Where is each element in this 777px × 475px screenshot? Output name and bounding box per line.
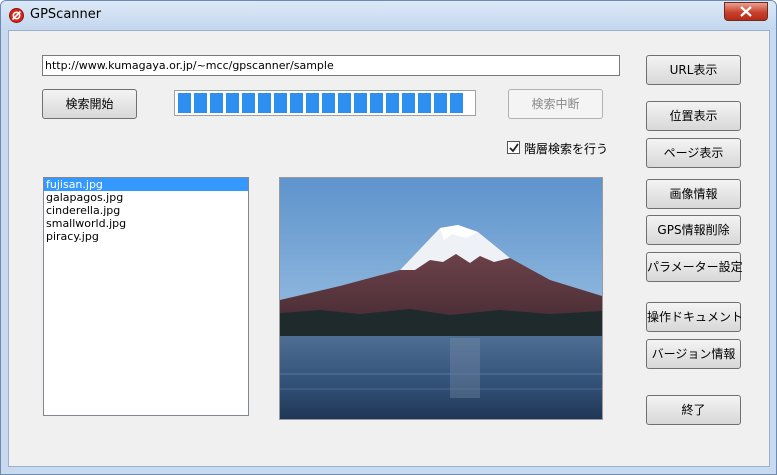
progress-segment	[434, 93, 447, 113]
show-page-button[interactable]: ページ表示	[646, 138, 741, 168]
url-input[interactable]: http://www.kumagaya.or.jp/~mcc/gpscanner…	[42, 55, 620, 76]
progress-segment	[274, 93, 287, 113]
hierarchical-search-checkbox[interactable]	[507, 141, 520, 154]
start-search-button[interactable]: 検索開始	[42, 89, 137, 119]
hierarchical-search-label[interactable]: 階層検索を行う	[524, 140, 608, 157]
exit-button[interactable]: 終了	[646, 395, 741, 425]
file-list[interactable]: fujisan.jpg galapagos.jpg cinderella.jpg sm…	[43, 177, 249, 416]
image-info-button[interactable]: 画像情報	[646, 179, 741, 209]
app-window: GPScanner http://www.kumagaya.or.jp/~mcc…	[0, 0, 777, 475]
close-icon	[740, 6, 752, 17]
file-list-item[interactable]: galapagos.jpg	[44, 191, 248, 204]
title-bar[interactable]: GPScanner	[1, 1, 776, 30]
mountain-lake-photo	[280, 178, 602, 419]
progress-segment	[370, 93, 383, 113]
progress-segment	[290, 93, 303, 113]
progress-segment	[386, 93, 399, 113]
file-list-item[interactable]: piracy.jpg	[44, 230, 248, 243]
progress-segment	[402, 93, 415, 113]
show-location-button[interactable]: 位置表示	[646, 101, 741, 131]
file-list-item[interactable]: fujisan.jpg	[44, 178, 248, 191]
window-title: GPScanner	[30, 7, 102, 22]
progress-segment	[306, 93, 319, 113]
progress-segment	[322, 93, 335, 113]
operation-document-button[interactable]: 操作ドキュメント	[646, 302, 743, 332]
show-url-button[interactable]: URL表示	[646, 55, 741, 85]
file-list-item[interactable]: smallworld.jpg	[44, 217, 248, 230]
progress-segment	[210, 93, 223, 113]
checkmark-icon	[509, 143, 519, 153]
progress-segment	[354, 93, 367, 113]
image-preview	[279, 177, 603, 420]
search-progress-bar	[174, 90, 476, 116]
progress-segment	[178, 93, 191, 113]
app-icon	[9, 8, 24, 23]
progress-segment	[338, 93, 351, 113]
progress-segment	[418, 93, 431, 113]
client-area: http://www.kumagaya.or.jp/~mcc/gpscanner…	[8, 30, 770, 467]
close-button[interactable]	[724, 2, 768, 21]
parameter-settings-button[interactable]: パラメーター設定	[646, 252, 743, 282]
progress-segment	[258, 93, 271, 113]
file-list-item[interactable]: cinderella.jpg	[44, 204, 248, 217]
delete-gps-info-button[interactable]: GPS情報削除	[646, 215, 741, 245]
version-info-button[interactable]: バージョン情報	[646, 339, 741, 369]
progress-segment	[194, 93, 207, 113]
progress-segment	[450, 93, 463, 113]
stop-search-button[interactable]: 検索中断	[508, 89, 603, 119]
progress-segment	[226, 93, 239, 113]
progress-segment	[242, 93, 255, 113]
